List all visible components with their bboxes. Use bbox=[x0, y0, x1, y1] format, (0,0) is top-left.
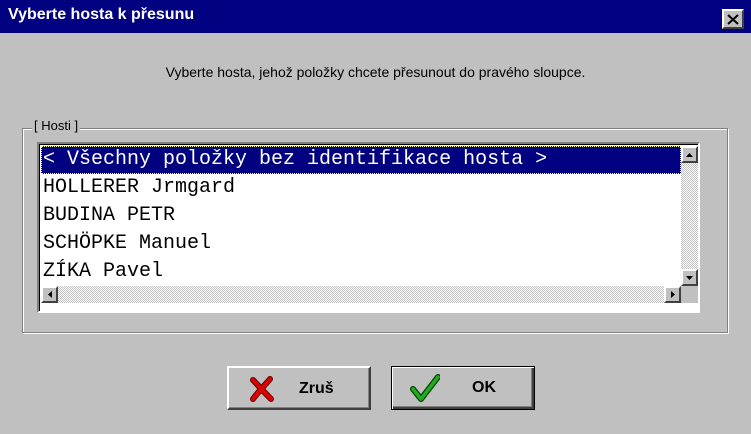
window-title: Vyberte hosta k přesunu bbox=[8, 6, 195, 23]
cancel-button-label: Zruš bbox=[299, 380, 334, 397]
scroll-left-button[interactable] bbox=[41, 286, 58, 303]
guest-list-item[interactable]: ZÍKA Pavel bbox=[41, 258, 681, 286]
scroll-right-button[interactable] bbox=[664, 286, 681, 303]
arrow-left-icon bbox=[47, 291, 52, 298]
guest-list-item[interactable]: BUDINA PETR bbox=[41, 202, 681, 230]
guest-list: < Všechny položky bez identifikace hosta… bbox=[41, 146, 681, 286]
close-icon bbox=[727, 13, 739, 25]
close-button[interactable] bbox=[722, 9, 744, 29]
guests-group-label: [ Hosti ] bbox=[32, 118, 81, 133]
green-checkmark-icon bbox=[410, 374, 440, 402]
guest-listbox[interactable]: < Všechny položky bez identifikace hosta… bbox=[37, 142, 700, 313]
guest-list-item[interactable]: HOLLERER Jrmgard bbox=[41, 174, 681, 202]
red-x-icon bbox=[250, 376, 274, 402]
arrow-right-icon bbox=[670, 291, 675, 298]
title-bar[interactable]: Vyberte hosta k přesunu bbox=[0, 0, 751, 33]
ok-button-label: OK bbox=[472, 379, 496, 396]
instruction-text: Vyberte hosta, jehož položky chcete přes… bbox=[165, 64, 586, 80]
vertical-scrollbar[interactable] bbox=[681, 146, 698, 286]
guest-list-item[interactable]: SCHÖPKE Manuel bbox=[41, 230, 681, 258]
ok-button[interactable]: OK bbox=[391, 366, 535, 410]
scroll-down-button[interactable] bbox=[681, 269, 698, 286]
guest-list-item[interactable]: < Všechny položky bez identifikace hosta… bbox=[41, 146, 681, 174]
scroll-up-button[interactable] bbox=[681, 146, 698, 163]
arrow-up-icon bbox=[686, 152, 693, 157]
horizontal-scrollbar[interactable] bbox=[41, 286, 681, 303]
dialog-window: Vyberte hosta k přesunu Vyberte hosta, j… bbox=[0, 0, 751, 434]
cancel-button[interactable]: Zruš bbox=[227, 366, 371, 410]
arrow-down-icon bbox=[686, 275, 693, 280]
scrollbar-corner bbox=[681, 286, 698, 303]
